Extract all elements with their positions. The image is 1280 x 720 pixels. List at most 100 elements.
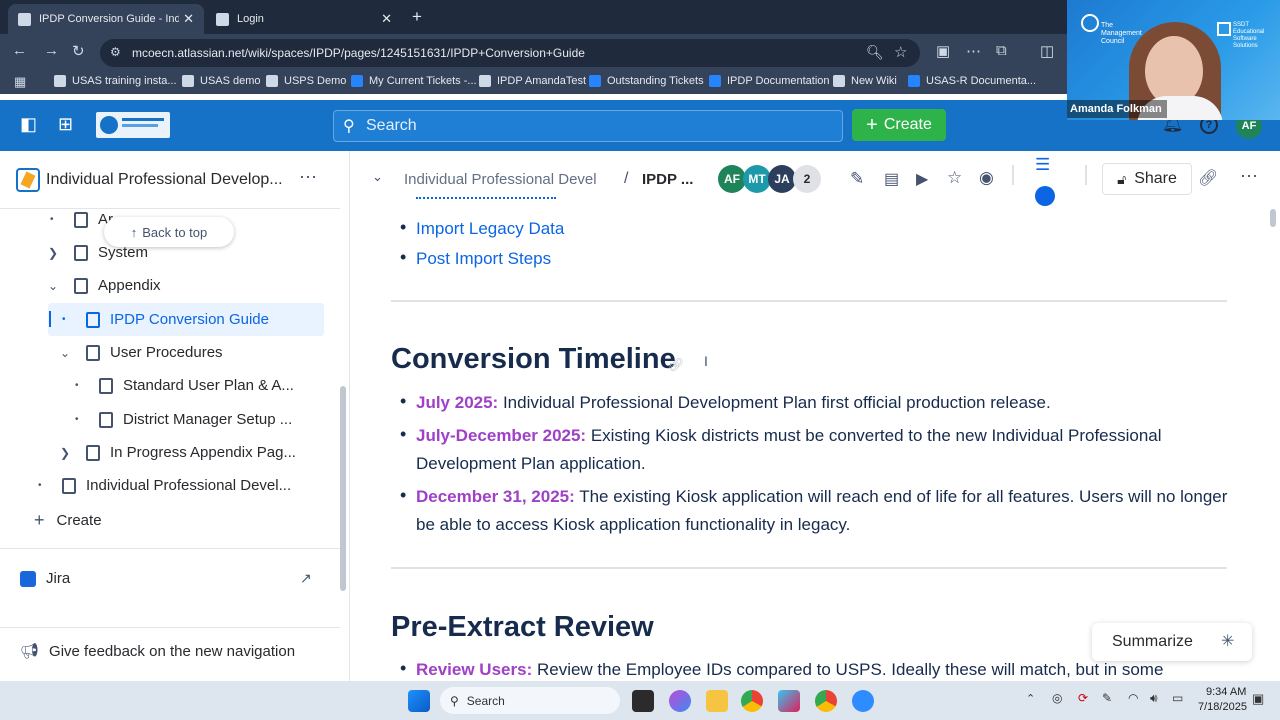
apps-grid-icon[interactable]: ▦ (14, 74, 26, 90)
more-actions-icon[interactable]: ⋯ (299, 167, 317, 188)
link-import-legacy-data[interactable]: Import Legacy Data (416, 219, 564, 239)
task-view-icon[interactable] (632, 690, 654, 712)
divider (391, 567, 1227, 569)
wifi-icon[interactable]: ◠ (1128, 691, 1138, 705)
link-post-import-steps[interactable]: Post Import Steps (416, 249, 551, 269)
page-icon (62, 477, 76, 494)
video-record-icon[interactable]: ▶ (916, 169, 928, 189)
forward-arrow-icon[interactable]: → (44, 42, 59, 59)
new-tab-icon[interactable]: + (412, 7, 422, 27)
bullet-icon: • (400, 485, 407, 505)
collaborator-avatar[interactable]: MT (743, 165, 771, 193)
share-button[interactable]: 🔓︎ Share (1102, 163, 1192, 195)
site-info-icon[interactable]: ⚙ (110, 45, 121, 59)
star-icon[interactable]: ☆ (947, 168, 962, 188)
bookmark-item[interactable]: USAS training insta... (54, 75, 177, 87)
create-button[interactable]: + Create (852, 109, 946, 141)
bookmark-icon (908, 75, 920, 87)
watch-eye-icon[interactable]: ◉ (979, 168, 994, 188)
bookmark-item[interactable]: IPDP Documentation (709, 75, 830, 87)
confluence-favicon-icon (18, 12, 31, 26)
sidebar-item-jira[interactable]: Jira (20, 570, 70, 587)
megaphone-icon: 📢︎ (20, 643, 40, 660)
back-arrow-icon[interactable]: ← (12, 42, 27, 59)
search-input[interactable]: ⚲ Search (333, 110, 843, 142)
bookmark-item[interactable]: My Current Tickets -... (351, 75, 477, 87)
page-scrollbar[interactable] (1270, 209, 1276, 227)
bookmark-item[interactable]: USPS Demo (266, 75, 346, 87)
chrome-profile-icon[interactable] (815, 690, 837, 712)
windows-start-icon[interactable] (408, 690, 430, 712)
close-tab-icon[interactable]: ✕ (381, 11, 392, 27)
space-title[interactable]: Individual Professional Develop... (46, 171, 283, 189)
bookmark-item[interactable]: IPDP AmandaTest (479, 75, 586, 87)
chevron-right-icon: ❯ (48, 245, 59, 260)
more-extensions-icon[interactable]: ⋯ (966, 42, 981, 60)
sidebar-item-appendix[interactable]: ⌄ Appendix (48, 277, 161, 294)
back-to-top-button[interactable]: ↑ Back to top (104, 217, 234, 247)
sidebar-item-ipdp-conversion-guide[interactable]: • IPDP Conversion Guide (62, 311, 269, 328)
battery-icon[interactable]: ▭ (1172, 691, 1183, 705)
feedback-link[interactable]: 📢︎ Give feedback on the new navigation (20, 642, 295, 661)
browser-tab-login[interactable]: Login ✕ (206, 4, 402, 34)
breadcrumb-current[interactable]: IPDP ... (642, 171, 693, 188)
collaborator-avatar[interactable]: JA (768, 165, 796, 193)
summarize-button[interactable]: Summarize ✳ (1092, 623, 1252, 661)
sidebar-scrollbar[interactable] (340, 386, 346, 591)
browser-tab-active[interactable]: IPDP Conversion Guide - Indivic ✕ (8, 4, 204, 34)
taskbar-search[interactable]: ⚲ Search (440, 687, 620, 714)
collaborator-overflow[interactable]: 2 (793, 165, 821, 193)
address-bar[interactable]: ⚙ mcoecn.atlassian.net/wiki/spaces/IPDP/… (100, 39, 920, 67)
edit-pencil-icon[interactable]: ✎ (850, 169, 864, 189)
anchor-link-icon[interactable]: 🔗︎ (668, 357, 685, 373)
ssdt-logo[interactable] (96, 112, 170, 138)
ai-assist-icon[interactable] (1035, 186, 1055, 206)
collaborator-avatar[interactable]: AF (718, 165, 746, 193)
slack-icon[interactable] (778, 690, 800, 712)
sidebar-create-button[interactable]: + Create (34, 510, 102, 531)
close-tab-icon[interactable]: ✕ (183, 11, 194, 27)
file-explorer-icon[interactable] (706, 690, 728, 712)
extension-icon[interactable]: ▣ (936, 42, 950, 60)
collapse-chevron-icon[interactable]: ⌄ (372, 169, 383, 185)
sidebar-toggle-icon[interactable]: ◧ (20, 114, 37, 135)
tray-sync-icon[interactable]: ⟳ (1078, 691, 1088, 705)
zoom-icon[interactable]: 🔍︎ (866, 44, 884, 61)
comment-icon[interactable]: ▤ (884, 169, 899, 189)
table-of-contents-icon[interactable]: ☰ (1035, 155, 1050, 175)
sidebar-item-individual-professional[interactable]: • Individual Professional Devel... (38, 477, 291, 494)
sidebar-item-system[interactable]: ❯ System (48, 244, 148, 261)
bookmark-item[interactable]: New Wiki (833, 75, 897, 87)
clock-date[interactable]: 7/18/2025 (1198, 701, 1247, 713)
external-link-icon[interactable]: ↗ (300, 570, 312, 587)
breadcrumb-parent[interactable]: Individual Professional Devel (404, 171, 607, 188)
sidebar-item-user-procedures[interactable]: ⌄ User Procedures (60, 344, 223, 361)
volume-icon[interactable]: 🔊︎ (1150, 691, 1158, 706)
tray-app-icon[interactable]: ◎ (1052, 691, 1062, 705)
app-switcher-icon[interactable]: ⊞ (58, 114, 73, 135)
sidebar-item-standard-user-plan[interactable]: • Standard User Plan & A... (75, 377, 294, 394)
tab-title: Login (237, 13, 264, 25)
copy-link-icon[interactable]: 🔗︎ (1198, 168, 1218, 188)
bookmark-item[interactable]: USAS demo (182, 75, 261, 87)
page-icon (74, 244, 88, 261)
reload-icon[interactable]: ↻ (72, 42, 85, 60)
puzzle-icon[interactable]: ⧉ (996, 42, 1007, 59)
tray-chevron-icon[interactable]: ⌃ (1026, 692, 1035, 705)
sidepanel-icon[interactable]: ◫ (1040, 42, 1054, 60)
bookmark-item[interactable]: Outstanding Tickets (589, 75, 704, 87)
notification-center-icon[interactable]: ▣ (1252, 691, 1264, 707)
sidebar-item-in-progress-appendix[interactable]: ❯ In Progress Appendix Pag... (60, 444, 296, 461)
bookmarks-bar: ▦ USAS training insta... USAS demo USPS … (0, 72, 1067, 94)
chrome-icon[interactable] (741, 690, 763, 712)
copilot-icon[interactable] (669, 690, 691, 712)
zoom-icon[interactable] (852, 690, 874, 712)
bullet-icon: • (75, 380, 79, 391)
more-actions-icon[interactable]: ⋯ (1240, 166, 1258, 187)
bookmark-item[interactable]: USAS-R Documenta... (908, 75, 1036, 87)
sidebar-item-district-manager-setup[interactable]: • District Manager Setup ... (75, 411, 292, 428)
tray-pen-icon[interactable]: ✎ (1102, 691, 1112, 705)
clock-time[interactable]: 9:34 AM (1206, 686, 1246, 698)
sparkle-icon: ✳ (1221, 633, 1235, 650)
bookmark-star-icon[interactable]: ☆ (894, 43, 907, 61)
